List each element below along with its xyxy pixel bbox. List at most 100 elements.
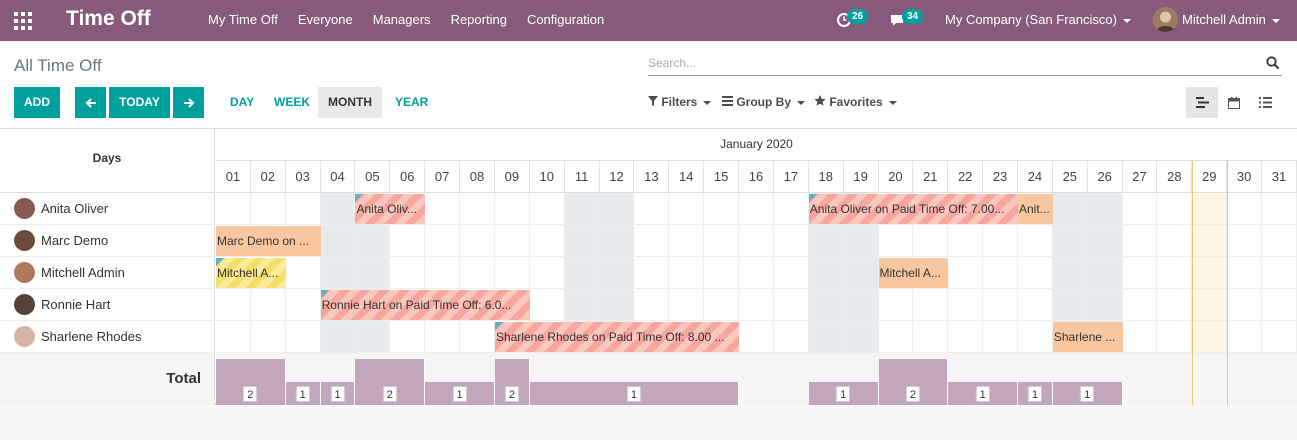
- gantt-cell[interactable]: [599, 225, 635, 257]
- gantt-cell[interactable]: [390, 321, 426, 353]
- gantt-cell[interactable]: [1122, 289, 1158, 321]
- gantt-cell[interactable]: [425, 321, 461, 353]
- gantt-cell[interactable]: [1262, 321, 1297, 353]
- gantt-cell[interactable]: [773, 289, 809, 321]
- gantt-cell[interactable]: [983, 321, 1018, 353]
- gantt-cell[interactable]: [983, 289, 1018, 321]
- gantt-cell[interactable]: [669, 289, 705, 321]
- gantt-cell[interactable]: [739, 257, 774, 289]
- gantt-cell[interactable]: [1122, 321, 1158, 353]
- gantt-cell[interactable]: [1192, 193, 1228, 225]
- gantt-cell[interactable]: [1052, 257, 1088, 289]
- gantt-cell[interactable]: [1262, 225, 1297, 257]
- gantt-cell[interactable]: [704, 257, 740, 289]
- search-input[interactable]: [648, 53, 1248, 73]
- scale-day[interactable]: DAY: [220, 87, 264, 118]
- menu-managers[interactable]: Managers: [373, 0, 431, 41]
- gantt-cell[interactable]: [983, 257, 1018, 289]
- gantt-cell[interactable]: [669, 257, 705, 289]
- scale-year[interactable]: YEAR: [385, 87, 438, 118]
- gantt-cell[interactable]: [529, 225, 565, 257]
- gantt-cell[interactable]: [320, 193, 356, 225]
- gantt-cell[interactable]: [1157, 193, 1193, 225]
- gantt-cell[interactable]: [1018, 321, 1053, 353]
- gantt-cell[interactable]: [808, 289, 844, 321]
- apps-menu-icon[interactable]: [14, 12, 32, 30]
- gantt-cell[interactable]: [564, 289, 600, 321]
- gantt-cell[interactable]: [425, 257, 461, 289]
- today-button[interactable]: TODAY: [109, 87, 170, 118]
- gantt-cell[interactable]: [529, 257, 565, 289]
- gantt-cell[interactable]: [773, 193, 809, 225]
- gantt-cell[interactable]: [1018, 289, 1053, 321]
- gantt-cell[interactable]: [843, 225, 879, 257]
- gantt-cell[interactable]: [564, 225, 600, 257]
- gantt-cell[interactable]: [948, 321, 984, 353]
- gantt-cell[interactable]: [250, 193, 286, 225]
- gantt-cell[interactable]: [564, 193, 600, 225]
- gantt-cell[interactable]: [1157, 289, 1193, 321]
- gantt-cell[interactable]: [948, 225, 984, 257]
- gantt-view-button[interactable]: [1186, 87, 1218, 118]
- gantt-cell[interactable]: [1262, 193, 1297, 225]
- time-off-pill[interactable]: Sharlene Rhodes on Paid Time Off: 8.00 .…: [494, 322, 740, 352]
- gantt-cell[interactable]: [669, 193, 705, 225]
- gantt-cell[interactable]: [704, 193, 740, 225]
- time-off-pill[interactable]: Anita Oliver on Paid Time Off: 7.00...: [808, 194, 1018, 224]
- gantt-cell[interactable]: [285, 257, 321, 289]
- time-off-pill[interactable]: Marc Demo on ...: [216, 226, 321, 256]
- user-menu[interactable]: Mitchell Admin: [1182, 0, 1280, 41]
- gantt-cell[interactable]: [773, 321, 809, 353]
- menu-reporting[interactable]: Reporting: [451, 0, 507, 41]
- list-view-button[interactable]: [1249, 87, 1281, 118]
- gantt-cell[interactable]: [913, 321, 949, 353]
- gantt-cell[interactable]: [494, 257, 530, 289]
- gantt-cell[interactable]: [1157, 321, 1193, 353]
- gantt-cell[interactable]: [1227, 225, 1263, 257]
- gantt-cell[interactable]: [529, 193, 565, 225]
- menu-configuration[interactable]: Configuration: [527, 0, 604, 41]
- gantt-cell[interactable]: [564, 257, 600, 289]
- gantt-cell[interactable]: [494, 193, 530, 225]
- time-off-pill[interactable]: Mitchell A...: [878, 258, 949, 288]
- gantt-cell[interactable]: [460, 257, 495, 289]
- filters-dropdown[interactable]: Filters: [648, 87, 712, 118]
- gantt-cell[interactable]: [1122, 193, 1158, 225]
- gantt-cell[interactable]: [773, 257, 809, 289]
- gantt-cell[interactable]: [1122, 257, 1158, 289]
- gantt-cell[interactable]: [216, 193, 251, 225]
- gantt-cell[interactable]: [634, 225, 670, 257]
- gantt-cell[interactable]: [599, 257, 635, 289]
- gantt-cell[interactable]: [913, 289, 949, 321]
- gantt-cell[interactable]: [739, 289, 774, 321]
- gantt-cell[interactable]: [808, 321, 844, 353]
- gantt-cell[interactable]: [704, 225, 740, 257]
- gantt-cell[interactable]: [1192, 289, 1228, 321]
- gantt-cell[interactable]: [1018, 257, 1053, 289]
- gantt-cell[interactable]: [948, 289, 984, 321]
- gantt-cell[interactable]: [669, 225, 705, 257]
- gantt-cell[interactable]: [1157, 257, 1193, 289]
- gantt-cell[interactable]: [878, 289, 914, 321]
- gantt-cell[interactable]: [843, 289, 879, 321]
- gantt-cell[interactable]: [843, 321, 879, 353]
- gantt-cell[interactable]: [1087, 257, 1123, 289]
- previous-button[interactable]: [75, 87, 106, 118]
- gantt-cell[interactable]: [948, 257, 984, 289]
- menu-everyone[interactable]: Everyone: [298, 0, 353, 41]
- gantt-cell[interactable]: [739, 193, 774, 225]
- gantt-cell[interactable]: [285, 193, 321, 225]
- gantt-cell[interactable]: [1122, 225, 1158, 257]
- gantt-cell[interactable]: [355, 321, 391, 353]
- scale-week[interactable]: WEEK: [264, 87, 320, 118]
- gantt-cell[interactable]: [878, 225, 914, 257]
- time-off-pill[interactable]: Anit...: [1018, 194, 1053, 224]
- gantt-cell[interactable]: [1087, 193, 1123, 225]
- time-off-pill[interactable]: Anita Oliv...: [355, 194, 426, 224]
- gantt-cell[interactable]: [843, 257, 879, 289]
- gantt-cell[interactable]: [529, 289, 565, 321]
- gantt-cell[interactable]: [983, 225, 1018, 257]
- gantt-cell[interactable]: [1087, 289, 1123, 321]
- gantt-cell[interactable]: [1192, 225, 1228, 257]
- gantt-cell[interactable]: [460, 321, 495, 353]
